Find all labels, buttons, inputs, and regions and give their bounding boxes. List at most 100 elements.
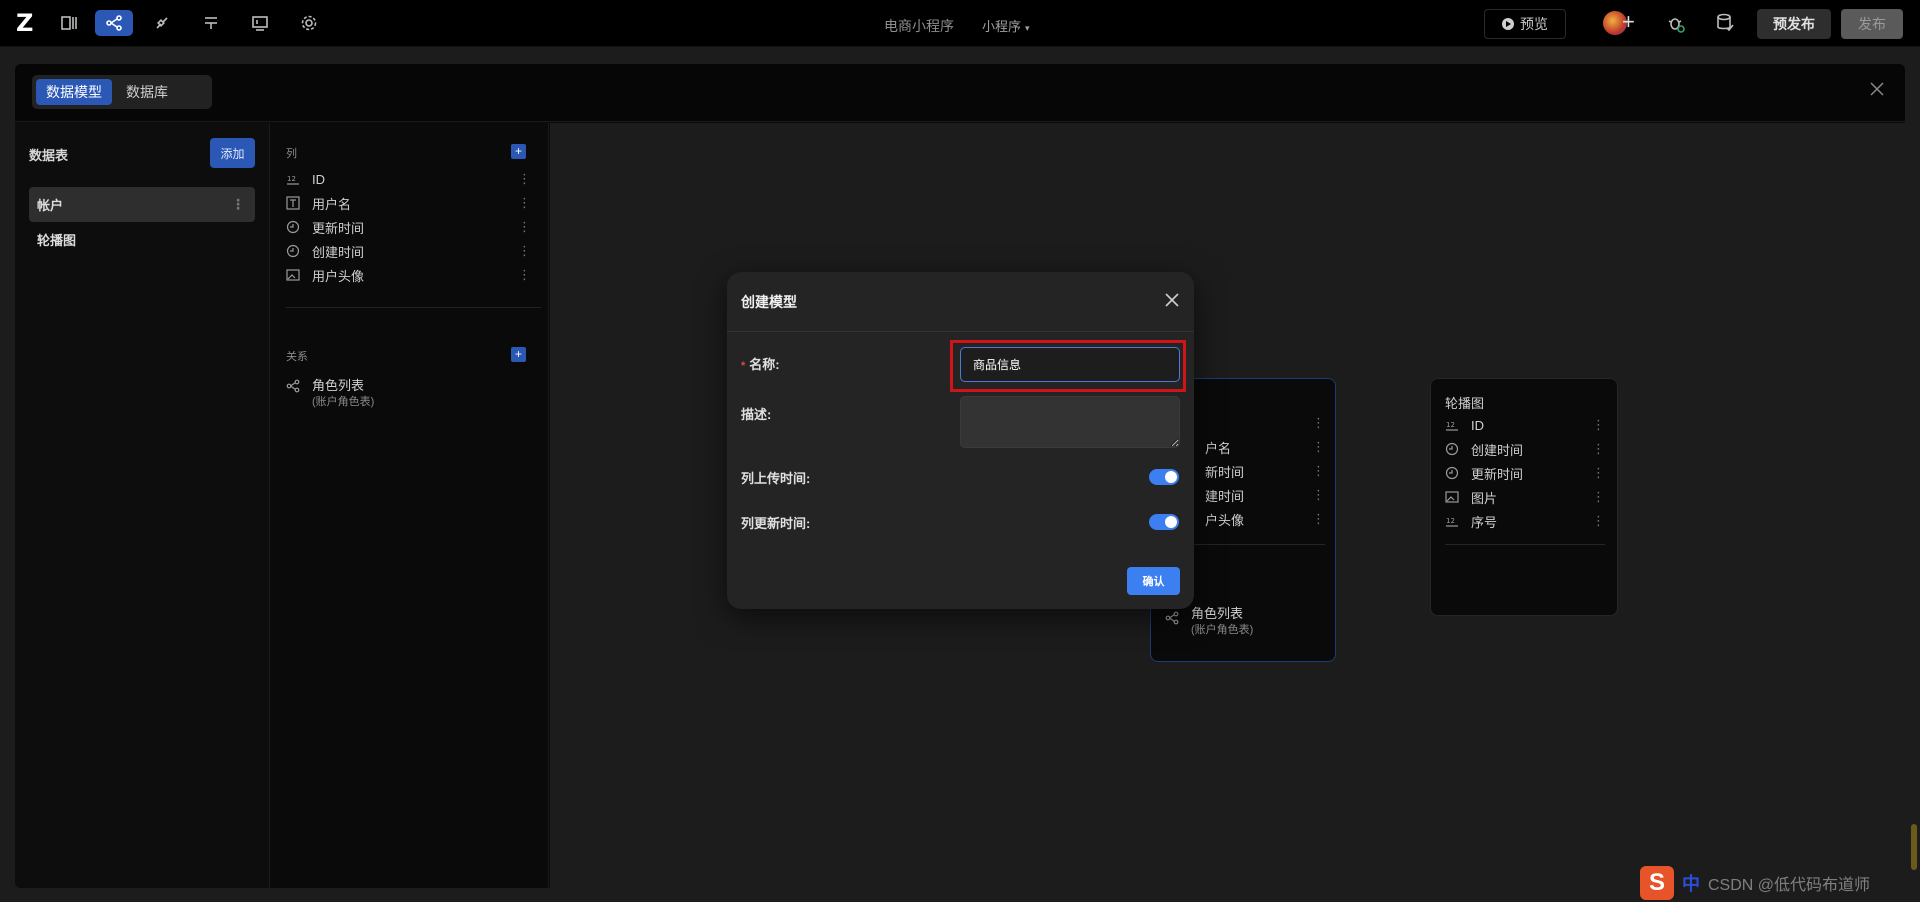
play-icon xyxy=(1502,18,1514,30)
section-divider xyxy=(286,307,541,308)
more-options-icon[interactable]: ⋮ xyxy=(1592,441,1605,457)
relation-name: 角色列表 xyxy=(312,378,365,393)
node-divider xyxy=(1445,544,1605,545)
node-row[interactable]: 创建时间 ⋮ xyxy=(1445,438,1605,460)
nav-integration-icon[interactable] xyxy=(143,10,181,36)
column-row[interactable]: 用户头像 ⋮ xyxy=(286,263,531,287)
app-title: 电商小程序 xyxy=(884,18,954,34)
scrollbar-thumb[interactable] xyxy=(1911,824,1917,870)
nav-analytics-icon[interactable] xyxy=(241,10,279,36)
relations-section-title: 关系 xyxy=(286,351,308,363)
upload-time-toggle[interactable] xyxy=(1149,469,1179,485)
svg-text:12: 12 xyxy=(1446,517,1455,525)
image-icon xyxy=(286,268,300,282)
debug-bug-icon[interactable] xyxy=(1665,12,1687,34)
more-options-icon[interactable]: ⋮ xyxy=(1312,415,1325,431)
node-row[interactable]: 更新时间 ⋮ xyxy=(1445,462,1605,484)
svg-text:12: 12 xyxy=(1446,421,1455,429)
more-options-icon[interactable]: ⋮ xyxy=(518,243,531,259)
app-type-label: 小程序 xyxy=(982,19,1022,34)
tab-database[interactable]: 数据库 xyxy=(116,79,178,105)
table-item-label: 帐户 xyxy=(37,198,64,213)
table-item-carousel[interactable]: 轮播图 xyxy=(29,222,255,257)
node-row-label: 图片 xyxy=(1471,490,1498,506)
node-row-label: 户名 xyxy=(1205,440,1232,456)
column-row[interactable]: 创建时间 ⋮ xyxy=(286,239,531,263)
update-time-toggle[interactable] xyxy=(1149,514,1179,530)
more-options-icon[interactable]: ⋮ xyxy=(231,196,245,213)
column-label: 更新时间 xyxy=(312,220,365,236)
relation-icon xyxy=(1165,611,1179,625)
more-options-icon[interactable]: ⋮ xyxy=(518,195,531,211)
desc-field-label: 描述: xyxy=(741,407,772,422)
ime-mode-label[interactable]: 中 xyxy=(1682,870,1700,896)
preview-label: 预览 xyxy=(1520,16,1548,32)
more-options-icon[interactable]: ⋮ xyxy=(1592,489,1605,505)
clock-icon xyxy=(1445,442,1459,456)
columns-section-title: 列 xyxy=(286,148,297,160)
node-row-label: ID xyxy=(1471,417,1484,433)
column-row[interactable]: 更新时间 ⋮ xyxy=(286,215,531,239)
close-icon[interactable] xyxy=(1869,81,1885,97)
description-textarea[interactable] xyxy=(960,396,1180,448)
node-row-label: 新时间 xyxy=(1205,464,1245,480)
more-options-icon[interactable]: ⋮ xyxy=(1312,487,1325,503)
add-table-button[interactable]: 添加 xyxy=(210,138,255,168)
ime-logo-icon[interactable]: S xyxy=(1640,866,1674,900)
more-options-icon[interactable]: ⋮ xyxy=(518,219,531,235)
column-label: 用户名 xyxy=(312,196,352,212)
name-input[interactable] xyxy=(960,347,1180,382)
app-type-dropdown[interactable]: 小程序 ▾ xyxy=(982,16,1030,35)
name-label-text: 名称: xyxy=(749,357,780,372)
app-logo[interactable]: Z xyxy=(16,10,38,36)
database-check-icon[interactable] xyxy=(1714,12,1736,34)
add-relation-icon[interactable]: + xyxy=(511,347,526,362)
confirm-button[interactable]: 确认 xyxy=(1127,567,1180,595)
node-row-label: 户头像 xyxy=(1205,512,1245,528)
add-collaborator-icon[interactable]: + xyxy=(1622,10,1635,34)
ime-toolbar: S 中 CSDN @低代码布道师 xyxy=(1640,864,1920,902)
table-list: 数据表 添加 帐户 ⋮ 轮播图 xyxy=(15,123,270,888)
node-row-label: 序号 xyxy=(1471,514,1498,530)
svg-text:12: 12 xyxy=(287,175,296,183)
more-options-icon[interactable]: ⋮ xyxy=(518,267,531,283)
node-row-label: 创建时间 xyxy=(1471,442,1524,458)
nav-pages-icon[interactable] xyxy=(50,10,88,36)
more-options-icon[interactable]: ⋮ xyxy=(1592,417,1605,433)
more-options-icon[interactable]: ⋮ xyxy=(1312,463,1325,479)
preview-button[interactable]: 预览 xyxy=(1484,9,1566,39)
close-icon[interactable] xyxy=(1164,292,1180,308)
node-row[interactable]: 12 ID ⋮ xyxy=(1445,414,1605,436)
node-row[interactable]: 12 序号 ⋮ xyxy=(1445,510,1605,532)
more-options-icon[interactable]: ⋮ xyxy=(518,171,531,187)
publish-button[interactable]: 发布 xyxy=(1841,9,1903,39)
relation-subtitle: (账户角色表) xyxy=(312,396,375,408)
more-options-icon[interactable]: ⋮ xyxy=(1592,465,1605,481)
create-model-dialog: 创建模型 *名称: 描述: 列上传时间: 列更新时间: 确认 xyxy=(727,272,1194,609)
node-title: 轮播图 xyxy=(1445,396,1485,411)
prepublish-button[interactable]: 预发布 xyxy=(1757,9,1831,39)
more-options-icon[interactable]: ⋮ xyxy=(1312,511,1325,527)
relation-subtitle: (账户角色表) xyxy=(1191,624,1254,636)
node-row[interactable]: 图片 ⋮ xyxy=(1445,486,1605,508)
more-options-icon[interactable]: ⋮ xyxy=(1312,439,1325,455)
nav-data-model-icon[interactable] xyxy=(95,10,133,36)
carousel-model-node[interactable]: 轮播图 12 ID ⋮ 创建时间 ⋮ 更新时间 ⋮ 图片 ⋮ 12 序号 ⋮ xyxy=(1430,378,1618,616)
relation-name: 角色列表 xyxy=(1191,606,1244,621)
panel-header: 数据模型 数据库 xyxy=(15,64,1905,122)
nav-workflow-icon[interactable] xyxy=(192,10,230,36)
relation-icon xyxy=(286,379,300,393)
tab-data-model[interactable]: 数据模型 xyxy=(36,79,112,105)
dialog-divider xyxy=(727,331,1194,332)
table-item-account[interactable]: 帐户 ⋮ xyxy=(29,187,255,222)
add-column-icon[interactable]: + xyxy=(511,144,526,159)
nav-settings-gear-icon[interactable] xyxy=(290,10,328,36)
more-options-icon[interactable]: ⋮ xyxy=(1592,513,1605,529)
required-mark: * xyxy=(741,360,746,372)
image-icon xyxy=(1445,490,1459,504)
column-row[interactable]: 用户名 ⋮ xyxy=(286,191,531,215)
column-row[interactable]: 12 ID ⋮ xyxy=(286,167,531,191)
column-label: ID xyxy=(312,171,325,187)
text-icon xyxy=(286,196,300,210)
watermark-text: CSDN @低代码布道师 xyxy=(1708,877,1871,894)
